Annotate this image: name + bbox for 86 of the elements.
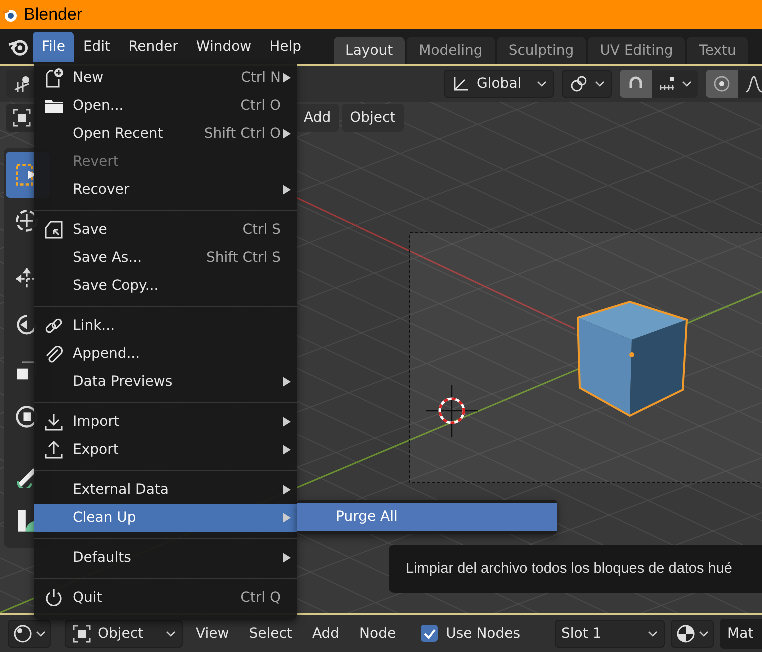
- sphere-icon: [13, 624, 33, 644]
- chain-link-icon: [44, 316, 64, 336]
- 3d-cursor-icon: [425, 384, 479, 438]
- download-icon: [44, 412, 64, 432]
- submenu-arrow-icon: [283, 377, 291, 387]
- shortcut-label: Ctrl Q: [240, 590, 281, 606]
- shortcut-label: Shift Ctrl S: [206, 250, 281, 266]
- shader-type-dropdown[interactable]: Object: [65, 620, 183, 648]
- workspace-tab[interactable]: Sculpting: [496, 37, 586, 64]
- pivot-dropdown[interactable]: [562, 70, 612, 98]
- material-name-field[interactable]: Mat: [720, 618, 762, 648]
- menu-item[interactable]: Save Ctrl S: [34, 216, 297, 244]
- power-icon: [44, 588, 64, 608]
- workspace-tab[interactable]: Modeling: [407, 37, 495, 64]
- menu-item[interactable]: Recover: [34, 176, 297, 204]
- menu-item[interactable]: Quit Ctrl Q: [34, 584, 297, 612]
- proportional-icon: [712, 74, 732, 94]
- menu-item[interactable]: Purge All: [297, 503, 557, 531]
- submenu-arrow-icon: [283, 445, 291, 455]
- use-nodes-checkbox[interactable]: Use Nodes: [421, 625, 521, 642]
- paperclip-icon: [44, 344, 64, 364]
- chevron-icon: [648, 630, 658, 636]
- select-box-icon: [12, 108, 32, 128]
- falloff-curve-icon: [744, 74, 762, 94]
- submenu-arrow-icon: [283, 417, 291, 427]
- submenu-arrow-icon: [283, 553, 291, 563]
- menu-item[interactable]: Open Recent Shift Ctrl O: [34, 120, 297, 148]
- object-icon: [72, 624, 92, 644]
- chevron-icon: [595, 81, 605, 87]
- workspace-tab[interactable]: UV Editing: [588, 37, 686, 64]
- editor-menu[interactable]: Select: [242, 620, 300, 648]
- chevron-icon: [537, 81, 547, 87]
- menu-item[interactable]: Export: [34, 436, 297, 464]
- upload-icon: [44, 440, 64, 460]
- shortcut-label: Ctrl S: [242, 222, 281, 238]
- menu-item[interactable]: Help: [260, 32, 311, 62]
- slot-dropdown[interactable]: Slot 1: [554, 620, 665, 648]
- viewport-menu[interactable]: Add: [296, 104, 340, 132]
- shortcut-label: Ctrl N: [241, 70, 281, 86]
- menu-item[interactable]: Open... Ctrl O: [34, 92, 297, 120]
- workspace-tab[interactable]: Textu: [687, 37, 748, 64]
- window-title: Blender: [24, 4, 83, 24]
- checkmark-icon: [422, 626, 437, 640]
- material-sphere-icon: [676, 624, 696, 644]
- editor-type-dropdown[interactable]: [8, 620, 51, 648]
- chevron-icon: [682, 81, 692, 87]
- menu-item[interactable]: Clean Up: [34, 504, 297, 532]
- menu-item[interactable]: Save As... Shift Ctrl S: [34, 244, 297, 272]
- menu-item[interactable]: Link...: [34, 312, 297, 340]
- proportional-edit-toggle[interactable]: [706, 70, 738, 98]
- menu-item[interactable]: Window: [187, 32, 261, 62]
- submenu-arrow-icon: [283, 73, 291, 83]
- menu-item[interactable]: Save Copy...: [34, 272, 297, 300]
- menu-item[interactable]: Defaults: [34, 544, 297, 572]
- editor-menu[interactable]: Node: [352, 620, 404, 648]
- workspace-tab[interactable]: Layout: [334, 37, 406, 64]
- submenu-arrow-icon: [283, 513, 291, 523]
- menu-item[interactable]: Render: [120, 32, 188, 62]
- submenu-arrow-icon: [283, 129, 291, 139]
- viewport-icon: [12, 74, 32, 94]
- menu-item[interactable]: External Data: [34, 476, 297, 504]
- editor-menu[interactable]: View: [189, 620, 236, 648]
- shortcut-label: Shift Ctrl O: [204, 126, 281, 142]
- new-file-icon: [44, 68, 64, 88]
- snap-toggle[interactable]: [620, 70, 652, 98]
- menu-item[interactable]: New Ctrl N: [34, 64, 297, 92]
- checkbox[interactable]: [421, 625, 438, 642]
- menu-item[interactable]: File: [33, 32, 74, 62]
- viewport-menu[interactable]: Object: [342, 104, 404, 132]
- submenu-arrow-icon: [283, 485, 291, 495]
- chevron-icon: [166, 630, 176, 636]
- menu-item[interactable]: Import: [34, 408, 297, 436]
- pivot-icon: [569, 74, 589, 94]
- chevron-icon: [36, 630, 46, 636]
- menu-item[interactable]: Append...: [34, 340, 297, 368]
- menu-item[interactable]: Edit: [74, 32, 120, 62]
- tooltip-text: Limpiar del archivo todos los bloques de datos hué: [406, 561, 732, 577]
- editor-menu[interactable]: Add: [305, 620, 347, 648]
- menu-item[interactable]: Data Previews: [34, 368, 297, 396]
- material-browse-dropdown[interactable]: [670, 620, 714, 648]
- shortcut-label: Ctrl O: [240, 98, 281, 114]
- chevron-icon: [698, 630, 709, 636]
- checkbox-label: Use Nodes: [446, 626, 521, 642]
- orientation-dropdown[interactable]: Global: [444, 70, 554, 98]
- submenu-arrow-icon: [283, 185, 291, 195]
- save-icon: [44, 220, 64, 240]
